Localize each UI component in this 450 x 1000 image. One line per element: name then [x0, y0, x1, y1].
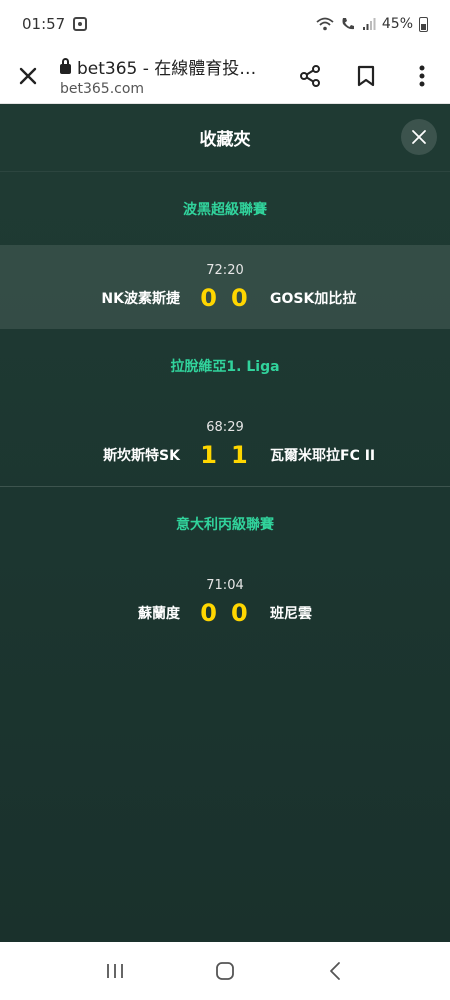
match-row[interactable]: 72:20 NK波素斯捷 0 0 GOSK加比拉	[0, 245, 450, 329]
close-icon	[412, 130, 426, 144]
system-nav-bar	[0, 942, 450, 1000]
lock-icon	[60, 58, 71, 74]
clock: 01:57	[22, 15, 66, 33]
signal-icon	[362, 18, 376, 30]
battery-percent: 45%	[381, 16, 413, 32]
close-icon	[19, 67, 37, 84]
share-icon	[300, 64, 320, 87]
home-team: 斯坎斯特SK	[103, 447, 180, 464]
favourites-panel: 收藏夾 波黑超級聯賽 72:20 NK波素斯捷 0 0 GOSK加比拉 拉脫維亞…	[0, 104, 450, 942]
menu-button[interactable]	[394, 48, 450, 104]
recents-button[interactable]	[95, 951, 135, 991]
match-clock: 68:29	[206, 419, 244, 435]
away-team: 班尼雲	[270, 605, 312, 622]
home-score: 1	[200, 440, 217, 469]
score: 0 0	[196, 599, 252, 627]
away-team: 瓦爾米耶拉FC II	[270, 447, 376, 464]
home-team: 蘇蘭度	[138, 605, 180, 622]
score: 1 1	[196, 441, 252, 469]
match-row[interactable]: 71:04 蘇蘭度 0 0 班尼雲	[0, 560, 450, 644]
battery-icon	[419, 16, 428, 32]
share-button[interactable]	[282, 48, 338, 104]
page-title: bet365 - 在線體育投…	[77, 59, 257, 79]
home-team: NK波素斯捷	[101, 290, 180, 307]
home-score: 0	[200, 598, 217, 627]
score: 0 0	[196, 284, 252, 312]
away-team: GOSK加比拉	[270, 290, 357, 307]
back-button[interactable]	[315, 951, 355, 991]
match-row[interactable]: 68:29 斯坎斯特SK 1 1 瓦爾米耶拉FC II	[0, 402, 450, 486]
url-area[interactable]: bet365 - 在線體育投… bet365.com	[56, 54, 282, 97]
league-header[interactable]: 意大利丙級聯賽	[0, 487, 450, 560]
home-button[interactable]	[205, 951, 245, 991]
browser-toolbar: bet365 - 在線體育投… bet365.com	[0, 48, 450, 104]
panel-title: 收藏夾	[199, 130, 251, 150]
bookmark-button[interactable]	[338, 48, 394, 104]
call-icon	[342, 18, 354, 30]
away-score: 0	[231, 598, 248, 627]
page-host: bet365.com	[60, 81, 145, 97]
match-clock: 71:04	[206, 577, 244, 593]
more-vert-icon	[419, 65, 425, 86]
home-score: 0	[200, 283, 217, 312]
status-bar: 01:57 45%	[0, 0, 450, 48]
away-score: 1	[231, 440, 248, 469]
bookmark-icon	[357, 65, 375, 86]
league-header[interactable]: 波黑超級聯賽	[0, 172, 450, 245]
back-icon	[330, 962, 340, 980]
match-clock: 72:20	[206, 262, 244, 278]
wifi-icon	[316, 17, 334, 31]
notification-icon	[73, 17, 88, 31]
panel-header: 收藏夾	[0, 104, 450, 172]
panel-close-button[interactable]	[401, 119, 437, 155]
away-score: 0	[231, 283, 248, 312]
league-header[interactable]: 拉脫維亞1. Liga	[0, 329, 450, 402]
recents-icon	[107, 964, 123, 978]
home-icon	[216, 962, 234, 980]
close-tab-button[interactable]	[0, 48, 56, 104]
